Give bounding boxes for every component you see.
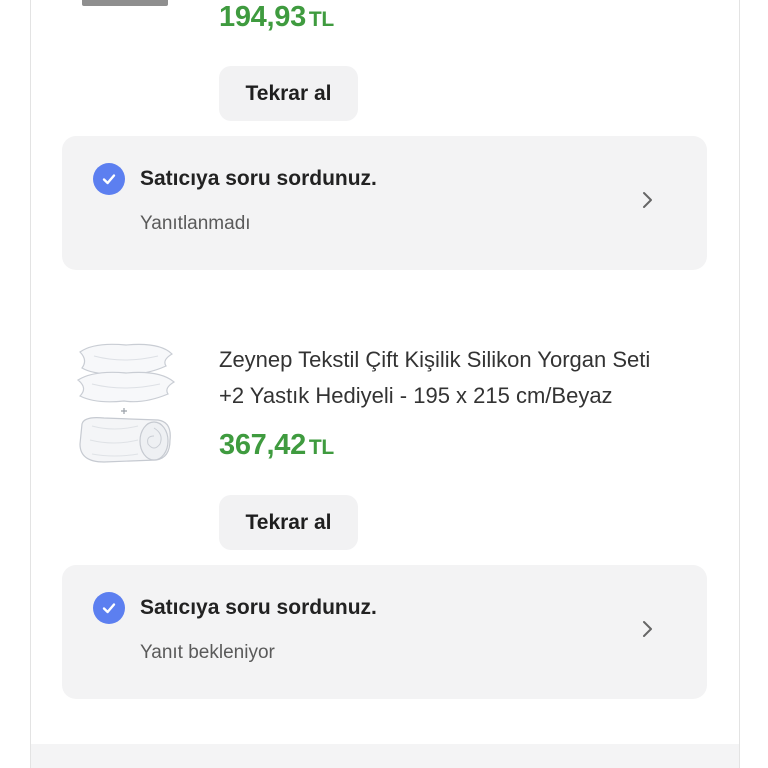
product-title-line-2: +2 Yastık Hediyeli - 195 x 215 cm/Beyaz [219, 383, 613, 408]
seller-question-row[interactable]: Satıcıya soru sordunuz. Yanıtlanmadı [62, 136, 707, 270]
rebuy-button[interactable]: Tekrar al [219, 495, 358, 550]
question-title: Satıcıya soru sordunuz. [140, 167, 377, 190]
product-price: 194,93 TL [219, 1, 334, 34]
next-section-divider [31, 744, 739, 768]
question-status: Yanıtlanmadı [140, 213, 251, 234]
question-title: Satıcıya soru sordunuz. [140, 596, 377, 619]
chevron-right-icon [643, 192, 652, 208]
rebuy-button[interactable]: Tekrar al [219, 66, 358, 121]
product-thumbnail-partial[interactable] [82, 0, 168, 6]
check-circle-icon [93, 163, 125, 195]
price-amount: 194,93 [219, 1, 306, 33]
product-title[interactable]: Zeynep Tekstil Çift Kişilik Silikon Yorg… [219, 342, 699, 414]
price-currency: TL [308, 436, 334, 459]
product-title-line-1: Zeynep Tekstil Çift Kişilik Silikon Yorg… [219, 347, 651, 372]
product-price: 367,42 TL [219, 429, 334, 462]
seller-question-row[interactable]: Satıcıya soru sordunuz. Yanıt bekleniyor [62, 565, 707, 699]
price-currency: TL [308, 8, 334, 31]
product-image[interactable] [74, 340, 178, 470]
price-amount: 367,42 [219, 429, 306, 461]
check-circle-icon [93, 592, 125, 624]
chevron-right-icon [643, 621, 652, 637]
question-status: Yanıt bekleniyor [140, 642, 275, 663]
